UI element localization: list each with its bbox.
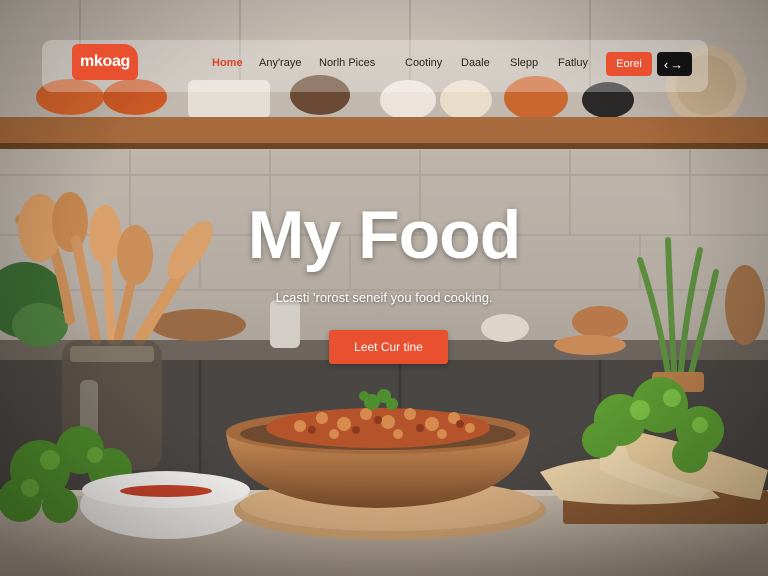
hero-cta-button[interactable]: Leet Cur tine xyxy=(329,330,448,364)
brand-logo[interactable]: mkoag xyxy=(72,44,138,80)
nav-arrows-button[interactable]: ‹ → xyxy=(657,52,692,76)
nav-item-home[interactable]: Home xyxy=(212,57,243,69)
arrow-right-icon: → xyxy=(670,56,686,72)
nav-item-slepp[interactable]: Slepp xyxy=(510,57,538,69)
nav-item-anyraye[interactable]: Any'raye xyxy=(259,57,301,69)
nav-item-norlh-pices[interactable]: Norlh Pices xyxy=(319,57,375,69)
nav-item-daale[interactable]: Daale xyxy=(461,57,490,69)
nav-item-cootiny[interactable]: Cootiny xyxy=(405,57,442,69)
hero-subtitle: Lcasti 'rorost seneif you food cooking. xyxy=(275,290,493,305)
nav-cta-button[interactable]: Eorei xyxy=(606,52,652,76)
nav-item-fatluy[interactable]: Fatluy xyxy=(558,57,588,69)
hero-title: My Food xyxy=(247,197,522,273)
